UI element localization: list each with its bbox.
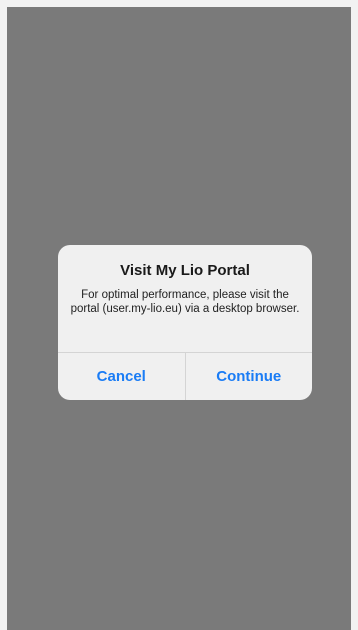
continue-button[interactable]: Continue xyxy=(186,353,313,400)
alert-dialog: Visit My Lio Portal For optimal performa… xyxy=(58,245,312,400)
alert-actions: Cancel Continue xyxy=(58,352,312,400)
alert-message: For optimal performance, please visit th… xyxy=(70,289,300,315)
alert-content: Visit My Lio Portal For optimal performa… xyxy=(58,245,312,353)
alert-title: Visit My Lio Portal xyxy=(120,262,250,279)
cancel-button[interactable]: Cancel xyxy=(58,353,185,400)
